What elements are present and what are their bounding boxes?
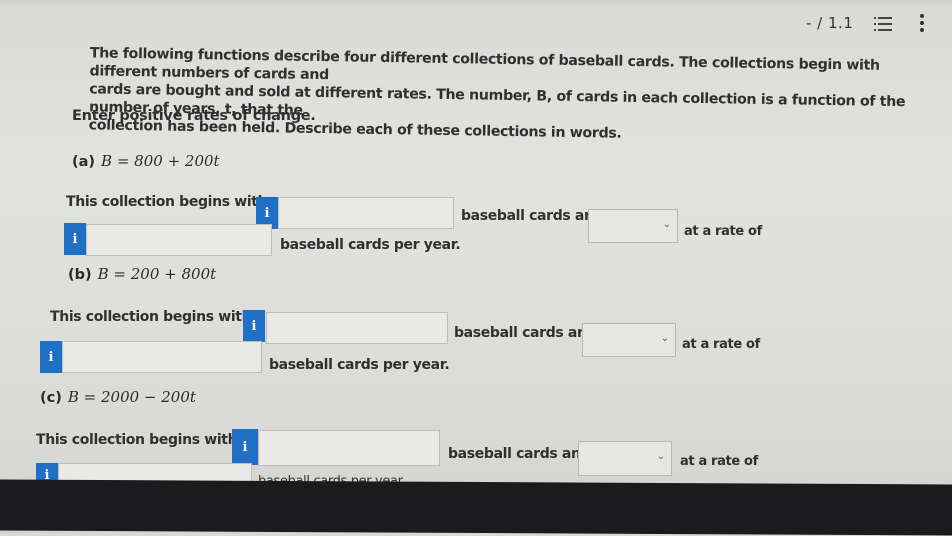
part-a-begins-text: This collection begins with bbox=[66, 194, 268, 210]
screen-bezel bbox=[0, 479, 952, 536]
part-c-cards-and-text: baseball cards and bbox=[448, 446, 591, 462]
info-icon[interactable]: i bbox=[243, 310, 265, 342]
chevron-down-icon: ⌄ bbox=[660, 333, 669, 344]
part-c-begins-text: This collection begins with bbox=[36, 432, 238, 448]
part-c-header: (c) B = 2000 − 200t bbox=[40, 388, 196, 406]
part-a-cards-and-text: baseball cards and bbox=[461, 208, 604, 224]
more-vertical-icon[interactable] bbox=[919, 14, 925, 34]
part-b-cards-and-text: baseball cards and bbox=[454, 325, 597, 341]
part-a-direction-select[interactable]: ⌄ bbox=[588, 209, 678, 243]
part-b-rate-input[interactable] bbox=[62, 341, 262, 373]
part-a-equation: B = 800 + 200t bbox=[101, 152, 220, 170]
question-toolbar: - / 1.1 bbox=[782, 6, 952, 40]
part-b-direction-select[interactable]: ⌄ bbox=[582, 323, 676, 357]
part-a-label: (a) bbox=[72, 154, 96, 170]
problem-intro: The following functions describe four di… bbox=[65, 44, 936, 148]
instruction-text: Enter positive rates of change. bbox=[72, 108, 316, 124]
part-c-rate-text: at a rate of bbox=[680, 454, 758, 469]
chevron-down-icon: ⌄ bbox=[656, 451, 665, 462]
part-c-initial-input[interactable] bbox=[258, 430, 440, 466]
part-c-label: (c) bbox=[40, 390, 62, 406]
part-c-equation: B = 2000 − 200t bbox=[67, 388, 196, 406]
part-a-rate-input[interactable] bbox=[86, 224, 272, 256]
part-b-label: (b) bbox=[68, 267, 92, 283]
info-icon[interactable]: i bbox=[64, 223, 86, 255]
list-icon[interactable] bbox=[874, 15, 892, 33]
info-icon[interactable]: i bbox=[232, 429, 258, 465]
chevron-down-icon: ⌄ bbox=[662, 219, 671, 230]
part-b-equation: B = 200 + 800t bbox=[97, 265, 217, 283]
part-a-per-year-text: baseball cards per year. bbox=[280, 237, 461, 253]
question-number: - / 1.1 bbox=[806, 14, 854, 32]
info-icon[interactable]: i bbox=[40, 341, 62, 373]
part-c-direction-select[interactable]: ⌄ bbox=[578, 441, 672, 476]
part-b-rate-text: at a rate of bbox=[682, 337, 760, 352]
part-a-initial-input[interactable] bbox=[278, 197, 454, 229]
part-b-header: (b) B = 200 + 800t bbox=[68, 265, 216, 283]
part-a-header: (a) B = 800 + 200t bbox=[72, 152, 220, 170]
part-b-initial-input[interactable] bbox=[266, 312, 448, 344]
part-a-rate-text: at a rate of bbox=[684, 224, 762, 239]
part-b-per-year-text: baseball cards per year. bbox=[269, 357, 450, 373]
part-b-begins-text: This collection begins with bbox=[50, 309, 252, 325]
